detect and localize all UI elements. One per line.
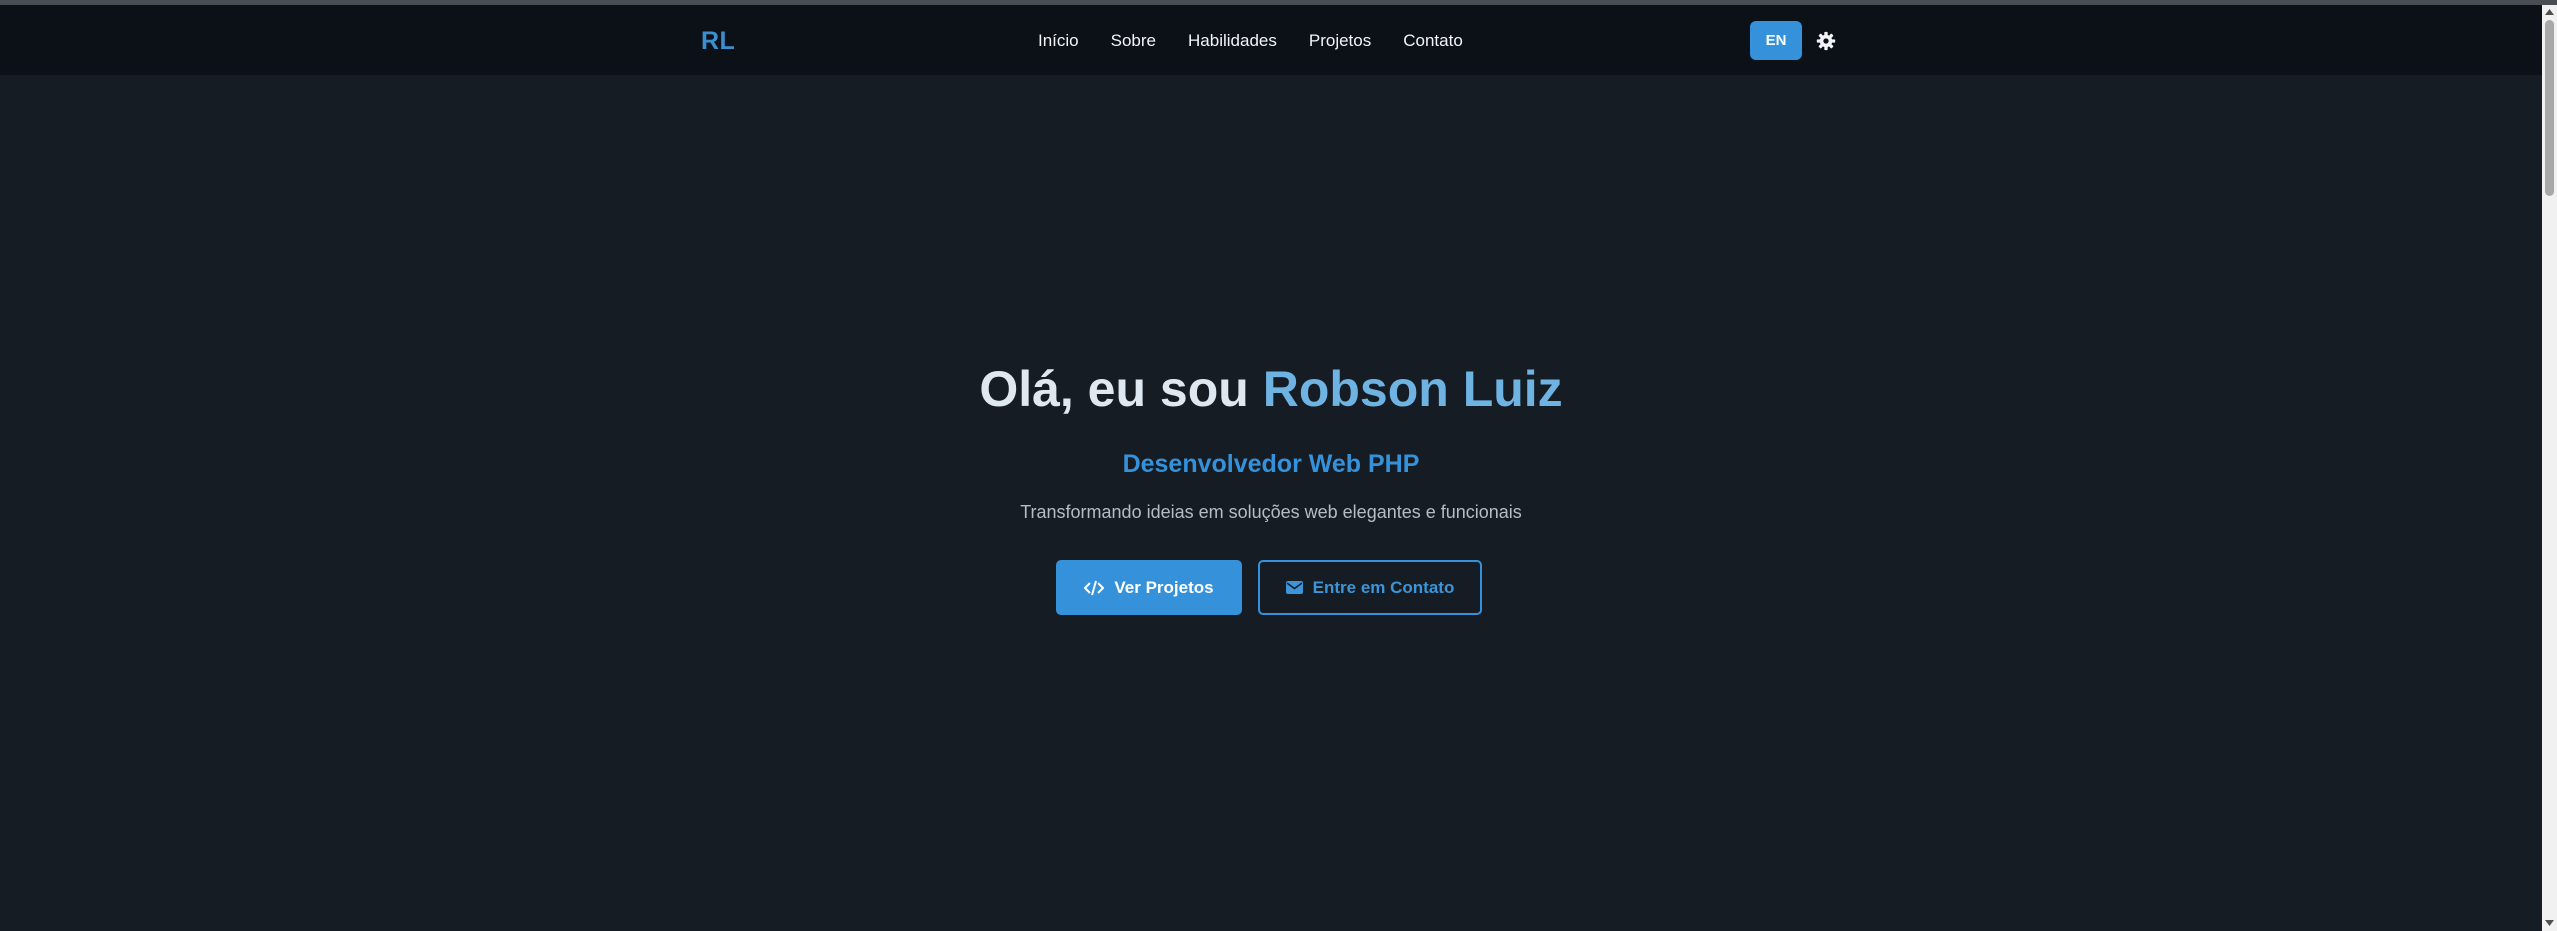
nav-link-inicio[interactable]: Início (1038, 31, 1079, 51)
view-projects-button[interactable]: Ver Projetos (1056, 560, 1242, 615)
scrollbar-thumb[interactable] (2545, 20, 2554, 196)
theme-toggle-button[interactable] (1815, 30, 1837, 52)
hero-tagline: Transformando ideias em soluções web ele… (1020, 502, 1522, 522)
language-toggle-button[interactable]: EN (1750, 21, 1802, 60)
hero-section: Olá, eu sou Robson Luiz Desenvolvedor We… (0, 75, 2542, 931)
logo[interactable]: RL (701, 27, 735, 56)
hero-name: Robson Luiz (1262, 361, 1563, 417)
scroll-down-arrow-icon[interactable] (2545, 918, 2554, 927)
gear-icon (1816, 31, 1836, 51)
contact-button[interactable]: Entre em Contato (1258, 560, 1482, 615)
hero-subtitle: Desenvolvedor Web PHP (1122, 450, 1420, 478)
contact-label: Entre em Contato (1312, 577, 1455, 597)
envelope-icon (1285, 581, 1303, 594)
nav-link-projetos[interactable]: Projetos (1309, 31, 1371, 51)
nav-link-contato[interactable]: Contato (1403, 31, 1463, 51)
nav-link-sobre[interactable]: Sobre (1111, 31, 1156, 51)
view-projects-label: Ver Projetos (1114, 577, 1214, 597)
nav-link-habilidades[interactable]: Habilidades (1188, 31, 1277, 51)
code-icon (1084, 580, 1105, 595)
scroll-up-arrow-icon[interactable] (2545, 7, 2554, 16)
hero-greeting: Olá, eu sou (979, 361, 1263, 417)
navbar: RL Início Sobre Habilidades Projetos Con… (0, 5, 2542, 75)
nav-links: Início Sobre Habilidades Projetos Contat… (1038, 31, 1463, 51)
hero-title: Olá, eu sou Robson Luiz (0, 360, 2542, 418)
